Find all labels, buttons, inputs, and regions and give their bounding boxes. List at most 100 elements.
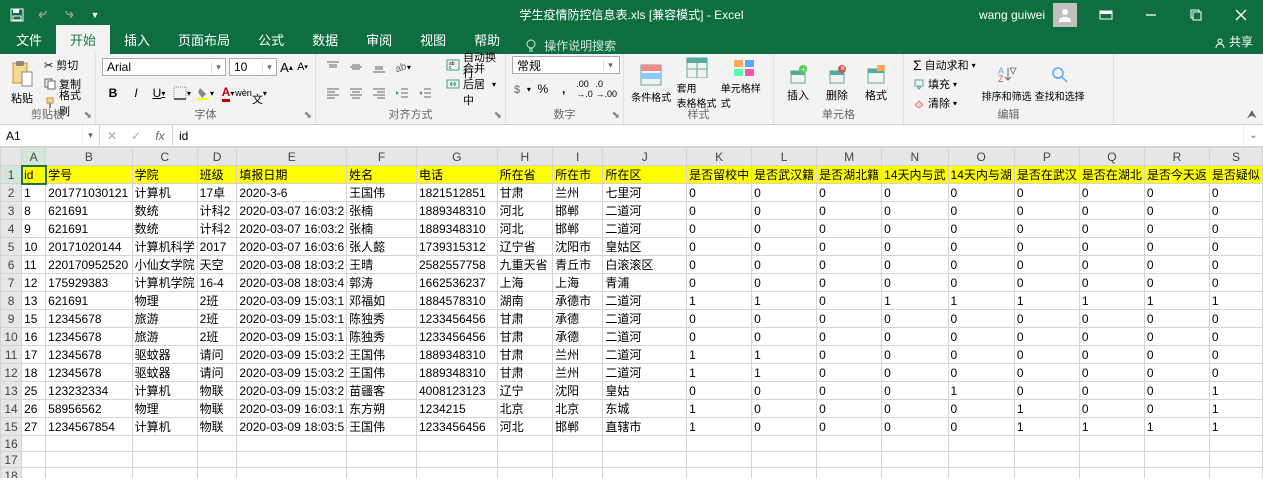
cell[interactable] <box>1079 468 1144 479</box>
cell[interactable]: 20171020144 <box>46 238 133 256</box>
chevron-down-icon[interactable]: ▾ <box>211 62 225 73</box>
cell[interactable]: 0 <box>1079 220 1144 238</box>
cell[interactable] <box>1144 452 1209 468</box>
cell[interactable]: 青浦 <box>603 274 687 292</box>
cell[interactable]: 1821512851 <box>416 184 497 202</box>
cell[interactable]: 王国伟 <box>347 184 417 202</box>
cell[interactable]: 2020-03-07 16:03:6 <box>237 238 347 256</box>
cell[interactable]: 驱蚊器 <box>132 364 197 382</box>
column-header[interactable]: G <box>416 148 497 166</box>
cell[interactable]: 0 <box>948 400 1014 418</box>
align-bottom-icon[interactable] <box>368 56 390 78</box>
cell[interactable]: 0 <box>1144 310 1209 328</box>
chevron-down-icon[interactable]: ▾ <box>262 62 276 73</box>
increase-decimal-icon[interactable]: .00→.0 <box>575 78 595 100</box>
cell[interactable]: 0 <box>1144 238 1209 256</box>
cell[interactable]: 计算机学院 <box>132 274 197 292</box>
cell[interactable]: 0 <box>1144 274 1209 292</box>
cell[interactable]: 2020-03-09 18:03:5 <box>237 418 347 436</box>
cell[interactable]: 1 <box>687 400 752 418</box>
cell[interactable]: 0 <box>752 274 817 292</box>
cell[interactable]: 0 <box>948 364 1014 382</box>
find-select-button[interactable]: 查找和选择 <box>1035 56 1085 110</box>
cell[interactable]: 0 <box>1144 220 1209 238</box>
cell[interactable]: 邯郸 <box>553 202 603 220</box>
cell[interactable]: 兰州 <box>553 346 603 364</box>
cell[interactable] <box>22 452 46 468</box>
cell[interactable]: 0 <box>1209 364 1262 382</box>
cell[interactable]: 2020-03-07 16:03:2 <box>237 220 347 238</box>
cell[interactable]: 1 <box>1144 418 1209 436</box>
cell[interactable]: 王国伟 <box>347 364 417 382</box>
cell[interactable] <box>553 436 603 452</box>
cell[interactable]: 2020-03-09 15:03:1 <box>237 328 347 346</box>
cell[interactable] <box>416 436 497 452</box>
cell[interactable]: 27 <box>22 418 46 436</box>
row-header[interactable]: 6 <box>1 256 22 274</box>
row-header[interactable]: 10 <box>1 328 22 346</box>
cell[interactable]: 0 <box>882 418 948 436</box>
cell[interactable]: 621691 <box>46 292 133 310</box>
cell[interactable]: 0 <box>882 220 948 238</box>
cell[interactable]: 2017 <box>197 238 237 256</box>
clipboard-dialog-icon[interactable]: ⬊ <box>84 110 92 121</box>
row-header[interactable]: 4 <box>1 220 22 238</box>
cell[interactable]: 0 <box>817 202 882 220</box>
cell[interactable] <box>817 436 882 452</box>
number-dialog-icon[interactable]: ⬊ <box>612 110 620 121</box>
cell[interactable]: 621691 <box>46 202 133 220</box>
cell[interactable]: 621691 <box>46 220 133 238</box>
cell[interactable] <box>687 436 752 452</box>
cell[interactable]: 2020-3-6 <box>237 184 347 202</box>
cell[interactable]: 填报日期 <box>237 166 347 184</box>
tab-formulas[interactable]: 公式 <box>244 25 298 54</box>
cell[interactable]: 物理 <box>132 292 197 310</box>
accounting-icon[interactable]: $▾ <box>512 78 532 100</box>
cell[interactable]: 0 <box>752 328 817 346</box>
cell[interactable]: 0 <box>882 310 948 328</box>
cell[interactable]: 2020-03-08 18:03:4 <box>237 274 347 292</box>
cell[interactable] <box>46 468 133 479</box>
cell[interactable]: 甘肃 <box>497 328 552 346</box>
cell[interactable]: 计算机 <box>132 418 197 436</box>
align-left-icon[interactable] <box>322 82 344 104</box>
cell[interactable]: 0 <box>1079 364 1144 382</box>
cancel-formula-icon[interactable]: ✕ <box>100 129 124 143</box>
cell[interactable] <box>22 436 46 452</box>
cell[interactable]: 1 <box>1014 418 1079 436</box>
cell[interactable]: 0 <box>1144 400 1209 418</box>
cell[interactable]: 0 <box>1079 346 1144 364</box>
cell[interactable]: 0 <box>1014 202 1079 220</box>
cell[interactable]: 1 <box>1144 292 1209 310</box>
cell[interactable] <box>687 468 752 479</box>
cell[interactable]: 9 <box>22 220 46 238</box>
cell[interactable]: 2020-03-09 15:03:1 <box>237 310 347 328</box>
close-icon[interactable] <box>1218 0 1263 29</box>
cell[interactable] <box>687 452 752 468</box>
cell[interactable]: 0 <box>882 400 948 418</box>
cell[interactable] <box>1209 468 1262 479</box>
cell[interactable]: 邓福如 <box>347 292 417 310</box>
cell[interactable]: 皇姑 <box>603 382 687 400</box>
row-header[interactable]: 1 <box>1 166 22 184</box>
cell[interactable]: 0 <box>752 238 817 256</box>
cell[interactable]: 九重天省 <box>497 256 552 274</box>
cell[interactable]: 旅游 <box>132 310 197 328</box>
cell[interactable]: 0 <box>1014 364 1079 382</box>
cell[interactable]: 0 <box>687 382 752 400</box>
cell[interactable]: 0 <box>1209 328 1262 346</box>
align-top-icon[interactable] <box>322 56 344 78</box>
fill-color-icon[interactable]: ▾ <box>194 82 216 104</box>
cell[interactable]: 0 <box>882 364 948 382</box>
column-header[interactable]: C <box>132 148 197 166</box>
cell[interactable] <box>603 452 687 468</box>
cell[interactable]: 0 <box>1209 346 1262 364</box>
cell[interactable]: 邯郸 <box>553 220 603 238</box>
cell[interactable]: 1 <box>1079 292 1144 310</box>
cell[interactable] <box>948 452 1014 468</box>
name-box[interactable]: ▾ <box>0 125 100 146</box>
cell[interactable]: 甘肃 <box>497 184 552 202</box>
row-header[interactable]: 18 <box>1 468 22 479</box>
cell[interactable]: 25 <box>22 382 46 400</box>
cell[interactable]: 0 <box>817 274 882 292</box>
